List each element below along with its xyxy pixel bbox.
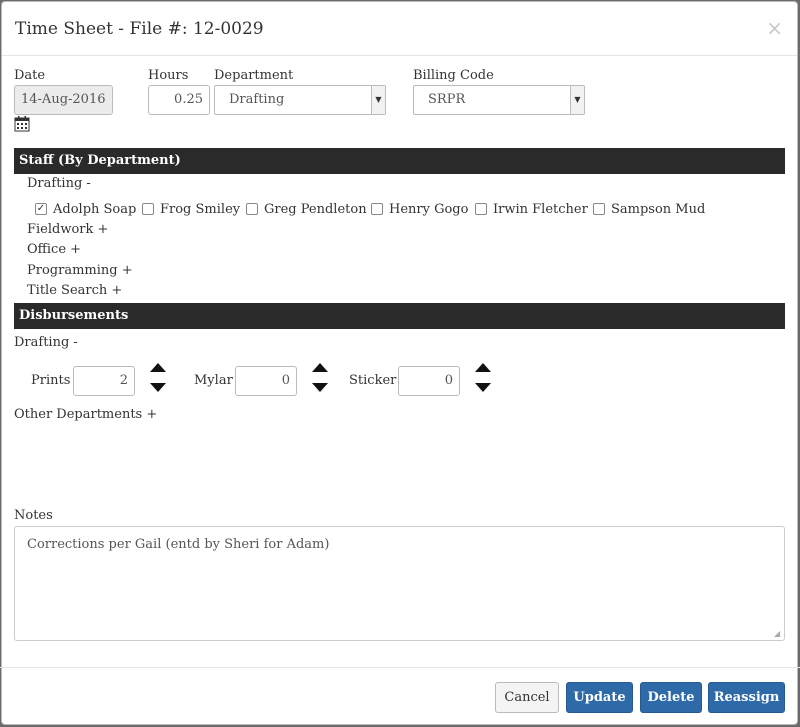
sticker-field[interactable]: 0 [398,366,460,396]
staff-group-drafting[interactable]: Drafting - [27,176,91,191]
staff-checkbox[interactable] [246,203,258,215]
mylar-label: Mylar [194,373,233,388]
hours-label: Hours [148,68,189,83]
staff-group-title-search[interactable]: Title Search + [27,283,122,298]
department-select[interactable]: Drafting ▼ [214,85,386,115]
staff-checkbox[interactable] [593,203,605,215]
staff-member[interactable]: Sampson Mud [593,200,705,218]
caret-up-icon[interactable] [312,363,328,372]
staff-member[interactable]: Irwin Fletcher [475,200,588,218]
staff-checkbox[interactable] [371,203,383,215]
chevron-down-icon[interactable]: ▼ [570,86,584,114]
department-label: Department [214,68,294,83]
staff-member-name: Henry Gogo [389,201,469,217]
staff-checkbox[interactable]: ✓ [35,203,47,215]
staff-member-name: Frog Smiley [160,201,241,217]
delete-button[interactable]: Delete [640,682,702,713]
caret-up-icon[interactable] [150,363,166,372]
staff-member-name: Sampson Mud [611,201,706,217]
caret-up-icon[interactable] [475,363,491,372]
mylar-field[interactable]: 0 [235,366,297,396]
dialog-header: Time Sheet - File #: 12-0029 × [2,2,797,56]
staff-group-office[interactable]: Office + [27,242,81,257]
cancel-button[interactable]: Cancel [495,682,559,713]
staff-checkbox[interactable] [475,203,487,215]
update-button[interactable]: Update [566,682,633,713]
billing-code-label: Billing Code [413,68,494,83]
caret-down-icon[interactable] [312,383,328,392]
sticker-stepper[interactable] [475,363,491,393]
staff-member[interactable]: Greg Pendleton [246,200,367,218]
chevron-down-icon[interactable]: ▼ [371,86,385,114]
hours-field[interactable]: 0.25 [148,85,210,115]
caret-down-icon[interactable] [475,383,491,392]
date-field[interactable]: 14-Aug-2016 [14,85,113,115]
staff-member-name: Irwin Fletcher [493,201,588,217]
mylar-stepper[interactable] [312,363,328,393]
close-icon[interactable]: × [766,16,783,40]
notes-textarea[interactable]: Corrections per Gail (entd by Sheri for … [14,526,785,641]
staff-checkbox[interactable] [142,203,154,215]
prints-field[interactable]: 2 [73,366,135,396]
billing-code-value: SRPR [428,92,466,107]
reassign-button[interactable]: Reassign [708,682,785,713]
disbursement-group-drafting[interactable]: Drafting - [14,335,78,350]
staff-section-header: Staff (By Department) [14,148,785,174]
staff-member[interactable]: Frog Smiley [142,200,240,218]
notes-label: Notes [14,508,53,523]
staff-member[interactable]: ✓ Adolph Soap [35,200,136,218]
staff-member[interactable]: Henry Gogo [371,200,468,218]
calendar-icon[interactable] [14,116,30,132]
caret-down-icon[interactable] [150,383,166,392]
staff-group-fieldwork[interactable]: Fieldwork + [27,222,108,237]
staff-member-name: Adolph Soap [53,201,137,217]
resize-grip-icon[interactable]: ◢ [774,630,782,638]
disbursements-section-header: Disbursements [14,303,785,329]
dialog-title: Time Sheet - File #: 12-0029 [15,19,264,39]
staff-group-programming[interactable]: Programming + [27,263,133,278]
sticker-label: Sticker [349,373,397,388]
prints-stepper[interactable] [150,363,166,393]
other-departments-toggle[interactable]: Other Departments + [14,407,157,422]
notes-text: Corrections per Gail (entd by Sheri for … [27,537,330,552]
billing-code-select[interactable]: SRPR ▼ [413,85,585,115]
date-label: Date [14,68,46,83]
department-value: Drafting [229,92,285,107]
staff-member-name: Greg Pendleton [264,201,367,217]
prints-label: Prints [31,373,71,388]
